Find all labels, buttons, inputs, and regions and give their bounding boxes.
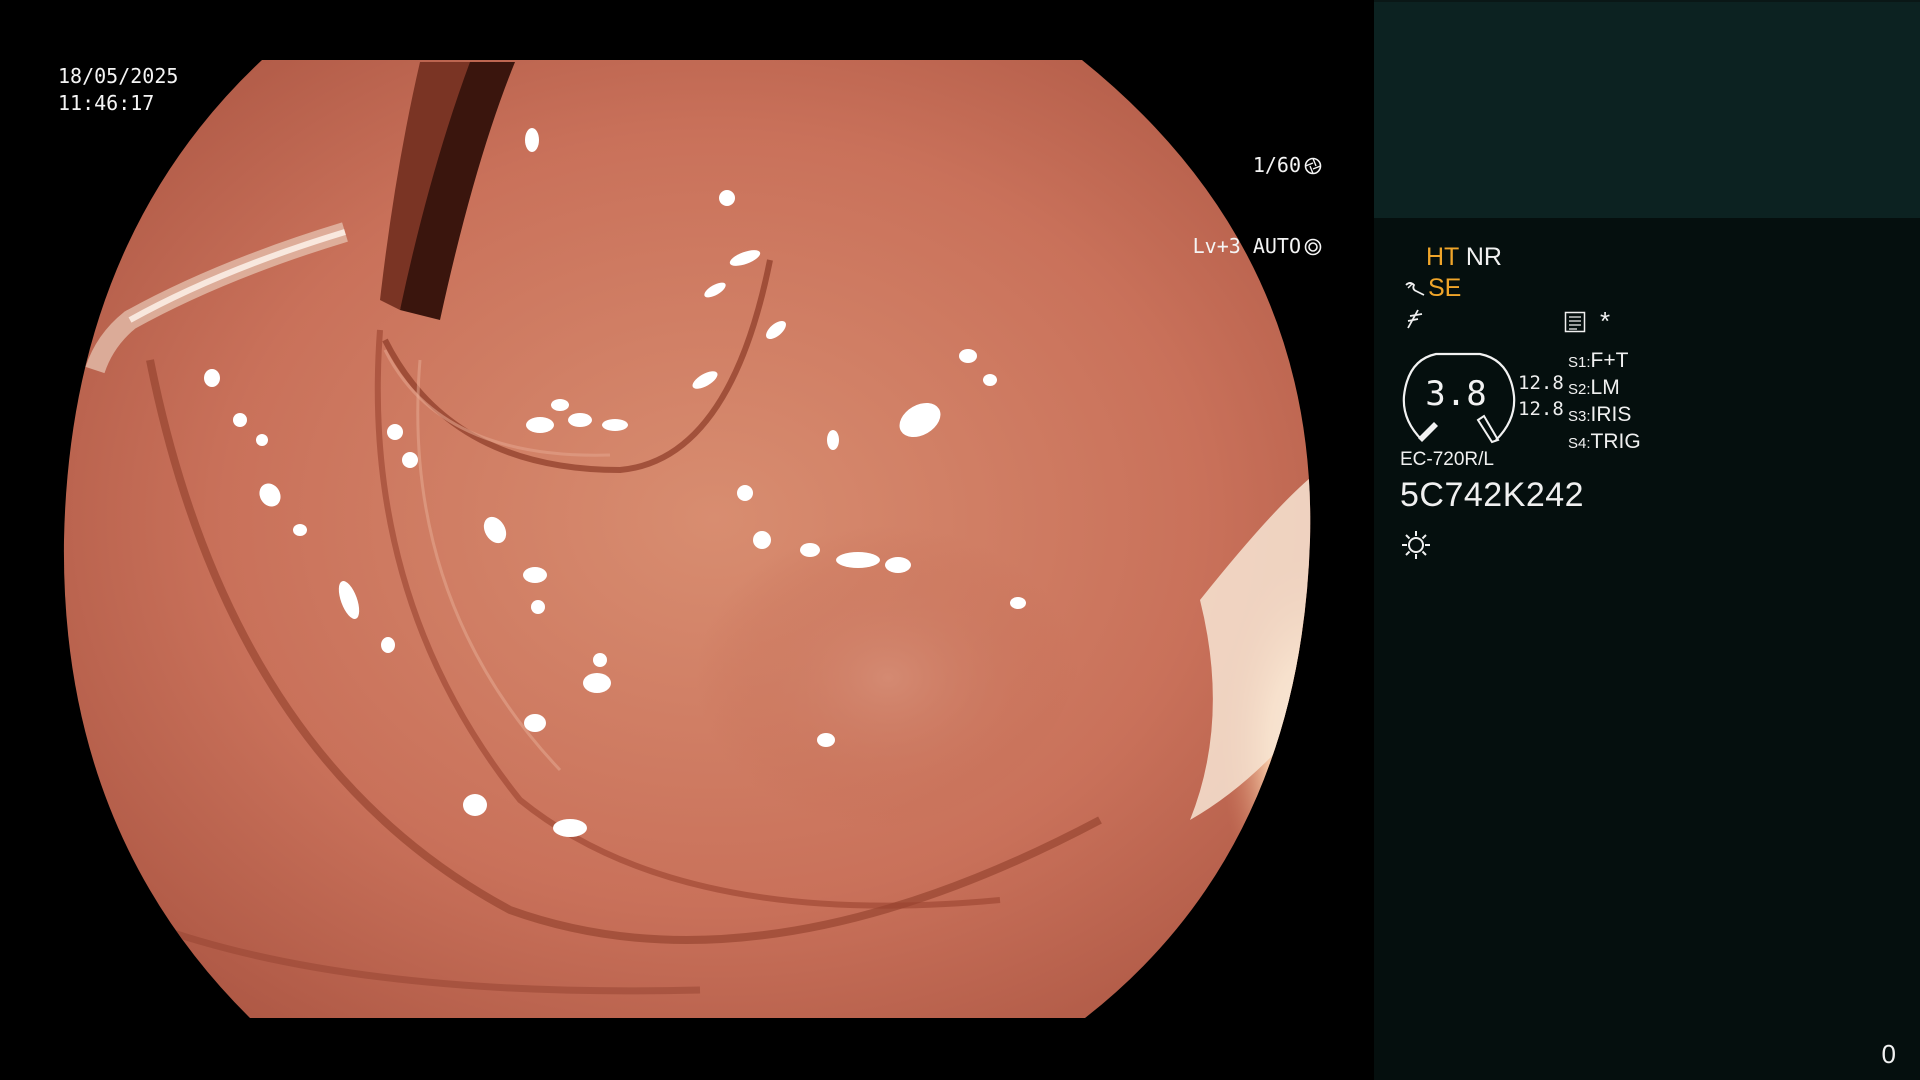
- exposure-readout: 1/60 Lv+3 AUTO: [1193, 98, 1322, 314]
- readings-column: 12.8 12.8: [1518, 370, 1564, 422]
- switch-row: S1:F+T: [1568, 348, 1641, 375]
- switch-key: S2:: [1568, 381, 1591, 398]
- date-label: 18/05/2025: [58, 64, 179, 88]
- switch-value: LM: [1590, 376, 1620, 399]
- serial-number-label: 5C742K242: [1400, 476, 1585, 514]
- scope-model-label: EC-720R/L: [1400, 449, 1494, 470]
- switch-value: TRIG: [1590, 430, 1641, 453]
- switch-row: S2:LM: [1568, 375, 1641, 402]
- structure-enhancement-indicator: SE: [1404, 274, 1461, 303]
- shutter-label: 1/60: [1252, 153, 1301, 177]
- panel-header-area: [1374, 0, 1920, 218]
- freeze-flag-icon: [1407, 309, 1423, 329]
- switch-value: F+T: [1590, 349, 1629, 372]
- switch-key: S1:: [1568, 354, 1591, 371]
- switch-value: IRIS: [1590, 403, 1632, 426]
- switch-row: S4:TRIG: [1568, 429, 1641, 456]
- time-label: 11:46:17: [58, 91, 155, 115]
- switch-key: S3:: [1568, 408, 1591, 425]
- switch-row: S3:IRIS: [1568, 402, 1641, 429]
- exposure-mode-label: Lv+3 AUTO: [1192, 234, 1301, 258]
- reading-value: 12.8: [1518, 398, 1564, 420]
- panel-icon-row: *: [1564, 306, 1610, 337]
- menu-list-icon: [1564, 311, 1586, 332]
- se-mode-label: SE: [1428, 274, 1462, 302]
- switch-key: S4:: [1568, 435, 1591, 452]
- scope-switch-list: S1:F+T S2:LM S3:IRIS S4:TRIG: [1568, 348, 1641, 456]
- frame-counter: 0: [1881, 1039, 1896, 1069]
- auto-exposure-icon: [1304, 238, 1322, 255]
- mode-indicators: HT NR: [1426, 243, 1502, 272]
- aperture-icon: [1304, 157, 1322, 174]
- status-panel: HT NR SE * 3.8 12.8 12.8 S1:F+T S2:LM S3…: [1374, 0, 1920, 1080]
- endoscopic-image: [63, 60, 1311, 1018]
- date-time-readout: 18/05/2025 11:46:17: [58, 63, 178, 117]
- endoscope-viewport: 18/05/2025 11:46:17 1/60 Lv+3 AUTO: [0, 0, 1374, 1080]
- light-source-icon: [1402, 531, 1430, 559]
- gauge-value: 3.8: [1425, 374, 1487, 414]
- nr-mode-label: NR: [1465, 243, 1502, 271]
- brightness-gauge: 3.8: [1400, 350, 1518, 444]
- asterisk-indicator: *: [1600, 306, 1611, 336]
- reading-value: 12.8: [1518, 372, 1564, 394]
- ht-mode-label: HT: [1426, 243, 1459, 271]
- flag-indicator: [1404, 306, 1426, 337]
- enhancement-icon: [1405, 281, 1425, 296]
